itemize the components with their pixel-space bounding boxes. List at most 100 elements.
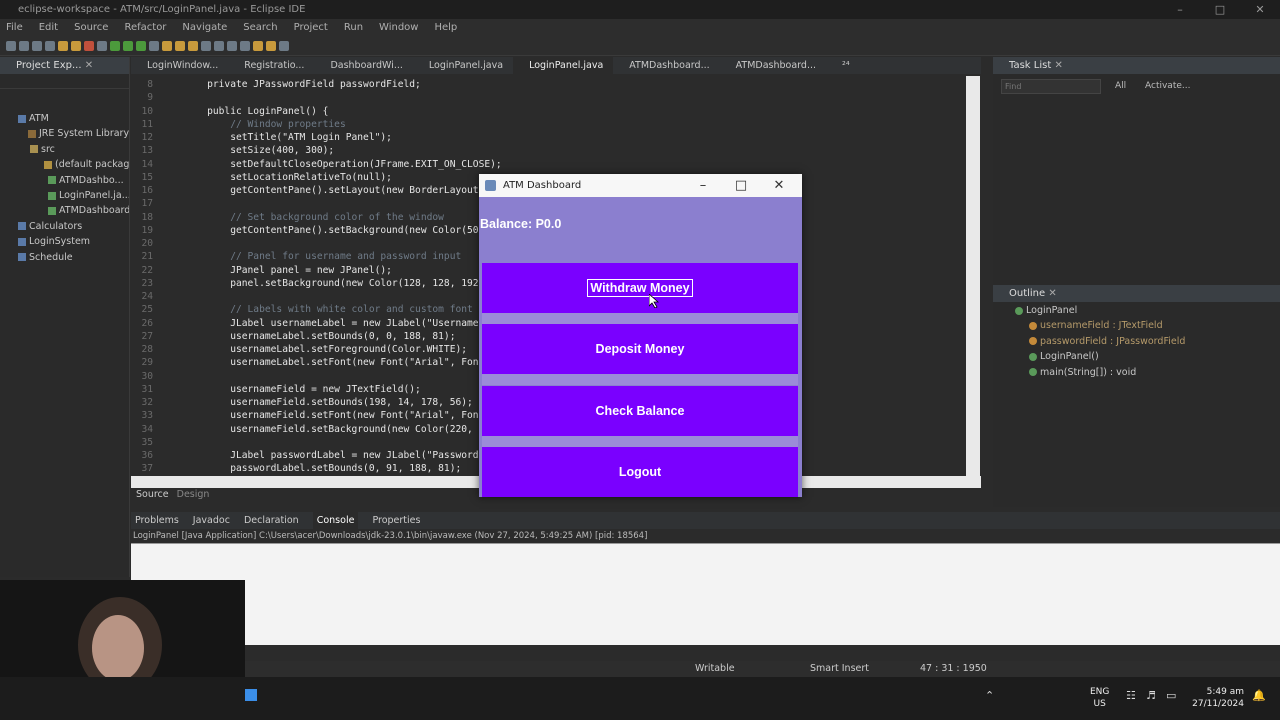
line-number: 17	[141, 198, 153, 210]
language-indicator[interactable]: ENG US	[1090, 686, 1109, 710]
task-activate-link[interactable]: Activate...	[1145, 81, 1190, 91]
tab-declaration[interactable]: Declaration	[244, 512, 299, 529]
atm-dashboard-window: ATM Dashboard – □ ✕ Balance: P0.0 Withdr…	[479, 174, 802, 497]
debug-icon[interactable]	[110, 40, 120, 51]
print-icon[interactable]	[45, 40, 55, 51]
pin-editor-icon[interactable]	[279, 40, 289, 51]
menu-run[interactable]: Run	[344, 19, 363, 36]
redo-icon[interactable]	[71, 40, 81, 51]
menu-file[interactable]: File	[6, 19, 23, 36]
tree-item-label: JRE System Library	[39, 128, 129, 140]
line-number: 21	[141, 251, 153, 263]
save-all-icon[interactable]	[32, 40, 42, 51]
editor-tab[interactable]: Registratio...	[228, 57, 314, 74]
editor-tab[interactable]: LoginPanel.java	[413, 57, 513, 74]
tab-javadoc[interactable]: Javadoc	[193, 512, 230, 529]
undo-icon[interactable]	[58, 40, 68, 51]
next-annotation-icon[interactable]	[227, 40, 237, 51]
task-find-input[interactable]: Find	[1001, 79, 1101, 94]
start-icon[interactable]	[245, 689, 257, 701]
tree-item-label: (default package)	[55, 159, 129, 171]
editor-tab-overflow[interactable]: ²⁴	[826, 57, 860, 74]
menu-help[interactable]: Help	[434, 19, 457, 36]
menu-window[interactable]: Window	[379, 19, 418, 36]
stop-icon[interactable]	[84, 40, 94, 51]
dialog-title-bar[interactable]: ATM Dashboard – □ ✕	[479, 174, 802, 197]
tab-properties[interactable]: Properties	[372, 512, 420, 529]
menu-edit[interactable]: Edit	[39, 19, 58, 36]
outline-item[interactable]: LoginPanel()	[993, 349, 1280, 364]
notification-icon[interactable]: 🔔	[1252, 689, 1266, 702]
search-icon[interactable]	[214, 40, 224, 51]
tree-item[interactable]: JRE System Library	[0, 126, 129, 141]
minimize-icon[interactable]: –	[1160, 0, 1200, 19]
dialog-close-icon[interactable]: ✕	[760, 174, 798, 197]
tree-item[interactable]: src	[0, 142, 129, 157]
tree-item[interactable]: ATMDashbo...	[0, 173, 129, 188]
code-line: setDefaultCloseOperation(JFrame.EXIT_ON_…	[184, 158, 502, 170]
tab-problems[interactable]: Problems	[135, 512, 179, 529]
tree-item[interactable]: Schedule	[0, 250, 129, 265]
task-all-filter[interactable]: All	[1115, 81, 1126, 91]
tree-item[interactable]: (default package)	[0, 157, 129, 172]
close-icon[interactable]: ✕	[1240, 0, 1280, 19]
tree-item[interactable]: LoginPanel.ja...	[0, 188, 129, 203]
outline-item[interactable]: passwordField : JPasswordField	[993, 334, 1280, 349]
code-line: // Window properties	[184, 118, 346, 130]
save-icon[interactable]	[19, 40, 29, 51]
wifi-icon[interactable]: ☷	[1126, 689, 1136, 702]
check-balance-button[interactable]: Check Balance	[482, 386, 798, 436]
back-icon[interactable]	[253, 40, 263, 51]
battery-icon[interactable]: ▭	[1166, 689, 1176, 702]
skip-icon[interactable]	[97, 40, 107, 51]
deposit-money-button[interactable]: Deposit Money	[482, 324, 798, 374]
editor-vertical-scrollbar[interactable]	[966, 76, 980, 476]
dialog-maximize-icon[interactable]: □	[722, 174, 760, 197]
menu-navigate[interactable]: Navigate	[182, 19, 227, 36]
tab-design[interactable]: Design	[177, 489, 210, 503]
tab-console[interactable]: Console	[312, 512, 359, 529]
balance-label: Balance: P0.0	[480, 217, 562, 231]
run-icon[interactable]	[123, 40, 133, 51]
tree-item[interactable]: ATM	[0, 111, 129, 126]
outline-item[interactable]: main(String[]) : void	[993, 365, 1280, 380]
new-class-icon[interactable]	[188, 40, 198, 51]
project-icon	[18, 237, 26, 246]
code-line: setLocationRelativeTo(null);	[184, 171, 392, 183]
forward-icon[interactable]	[266, 40, 276, 51]
coverage-icon[interactable]	[136, 40, 146, 51]
external-tools-icon[interactable]	[149, 40, 159, 51]
maximize-icon[interactable]: □	[1200, 0, 1240, 19]
menu-source[interactable]: Source	[74, 19, 108, 36]
tree-item[interactable]: Calculators	[0, 219, 129, 234]
project-explorer-tab[interactable]: Project Exp... ✕	[0, 57, 129, 74]
menu-refactor[interactable]: Refactor	[124, 19, 166, 36]
outline-item[interactable]: usernameField : JTextField	[993, 318, 1280, 333]
editor-tab[interactable]: ATMDashboard...	[613, 57, 719, 74]
editor-tab[interactable]: ATMDashboard...	[720, 57, 826, 74]
java-app-icon	[485, 180, 496, 191]
task-list-tab[interactable]: Task List ✕	[993, 57, 1280, 74]
console-output[interactable]	[131, 543, 1280, 645]
new-java-project-icon[interactable]	[162, 40, 172, 51]
menu-search[interactable]: Search	[243, 19, 277, 36]
editor-tab-active[interactable]: LoginPanel.java	[513, 57, 614, 74]
open-type-icon[interactable]	[201, 40, 211, 51]
new-package-icon[interactable]	[175, 40, 185, 51]
logout-button[interactable]: Logout	[482, 447, 798, 497]
clock[interactable]: 5:49 am 27/11/2024	[1192, 686, 1244, 710]
prev-annotation-icon[interactable]	[240, 40, 250, 51]
new-icon[interactable]	[6, 40, 16, 51]
outline-item[interactable]: LoginPanel	[993, 303, 1280, 318]
tab-source[interactable]: Source	[136, 489, 169, 503]
withdraw-money-button[interactable]: Withdraw Money	[482, 263, 798, 313]
tray-chevron-icon[interactable]: ⌃	[985, 689, 994, 702]
menu-project[interactable]: Project	[294, 19, 328, 36]
outline-tab[interactable]: Outline ✕	[993, 285, 1280, 302]
volume-icon[interactable]: ♬	[1146, 689, 1156, 702]
tree-item[interactable]: ATMDashboard...	[0, 203, 129, 218]
editor-tab[interactable]: LoginWindow...	[131, 57, 228, 74]
editor-tab[interactable]: DashboardWi...	[314, 57, 412, 74]
dialog-minimize-icon[interactable]: –	[684, 174, 722, 197]
tree-item[interactable]: LoginSystem	[0, 234, 129, 249]
